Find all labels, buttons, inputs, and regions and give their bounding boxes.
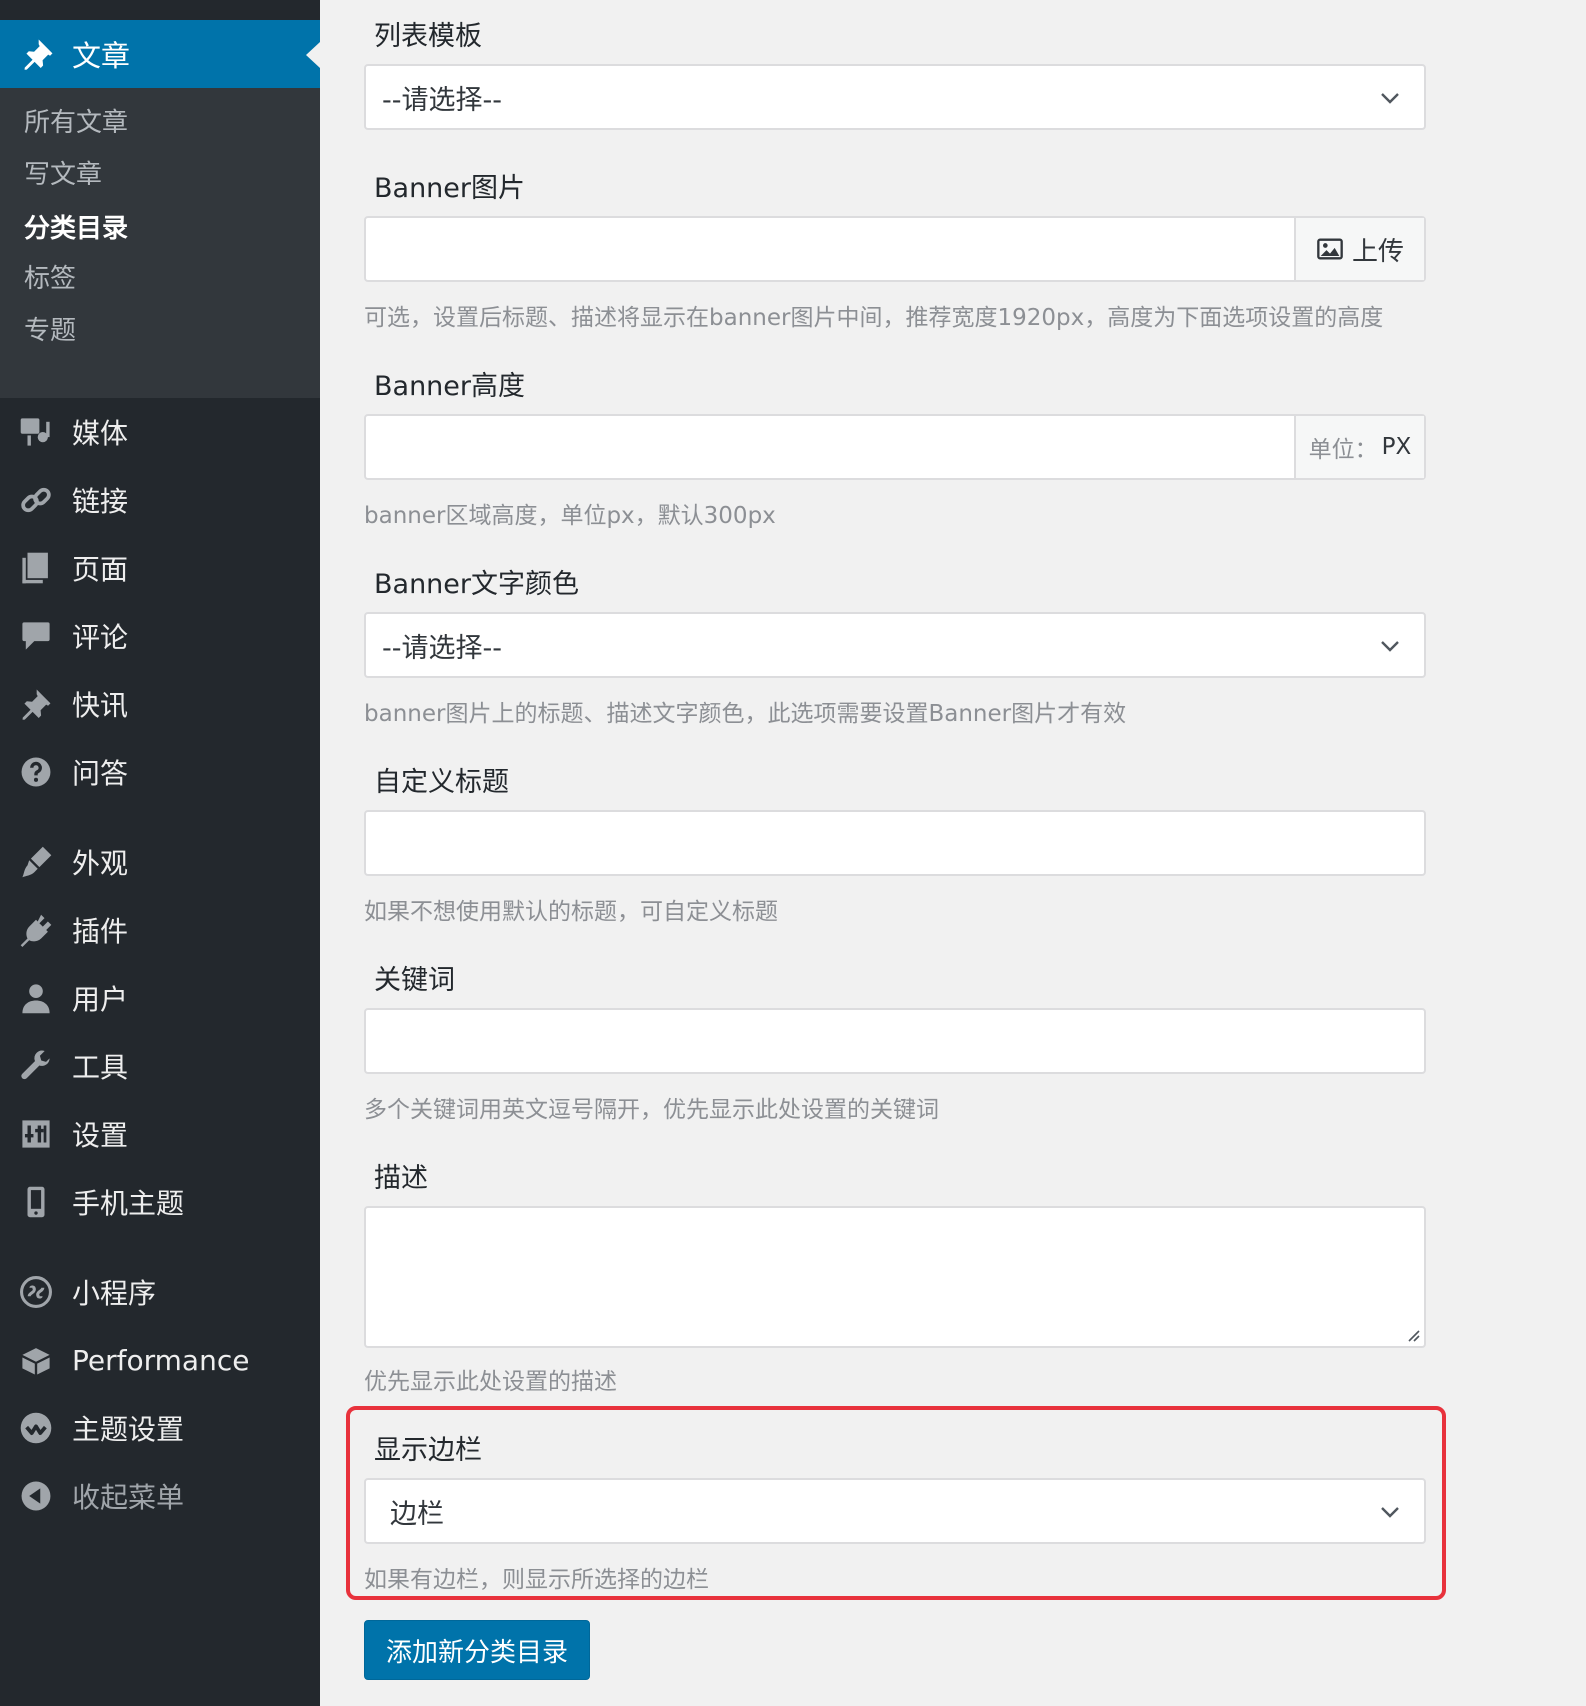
show-sidebar-select[interactable]: 边栏 <box>364 1478 1426 1544</box>
menu-item-label: 文章 <box>72 39 131 73</box>
menu-item-label: 快讯 <box>72 689 129 722</box>
menu-item-label: 媒体 <box>72 417 129 450</box>
page-icon <box>18 550 54 586</box>
menu-item-label: 问答 <box>72 757 129 790</box>
custom-title-label: 自定义标题 <box>374 767 509 798</box>
menu-item-posts[interactable]: 文章 <box>0 20 320 88</box>
menu-item-collapse[interactable]: 收起菜单 <box>0 1466 320 1526</box>
banner-image-label: Banner图片 <box>374 173 526 204</box>
submenu-item-categories[interactable]: 分类目录 <box>24 208 128 245</box>
chevron-down-icon <box>1381 93 1399 104</box>
menu-item-label: 设置 <box>72 1119 129 1152</box>
menu-item-theme-settings[interactable]: 主题设置 <box>0 1398 320 1458</box>
question-icon <box>18 754 54 790</box>
list-template-value: --请选择-- <box>382 84 502 116</box>
menu-item-plugins[interactable]: 插件 <box>0 900 320 960</box>
menu-item-miniprogram[interactable]: 小程序 <box>0 1262 320 1322</box>
upload-button[interactable]: 上传 <box>1294 218 1424 280</box>
menu-item-users[interactable]: 用户 <box>0 968 320 1028</box>
image-icon <box>1317 238 1343 260</box>
custom-title-description: 如果不想使用默认的标题，可自定义标题 <box>364 899 778 925</box>
admin-sidebar: 文章 所有文章 写文章 分类目录 标签 专题 媒体 链接 页面 评论 快讯 问答… <box>0 0 320 1706</box>
list-template-select[interactable]: --请选择-- <box>364 64 1426 130</box>
resize-grip-icon[interactable] <box>1404 1326 1420 1342</box>
menu-item-links[interactable]: 链接 <box>0 470 320 530</box>
banner-height-input[interactable]: 单位： PX <box>364 414 1426 480</box>
unit-addon-value: PX <box>1381 434 1412 460</box>
mobile-icon <box>18 1184 54 1220</box>
banner-text-color-select[interactable]: --请选择-- <box>364 612 1426 678</box>
add-category-button[interactable]: 添加新分类目录 <box>364 1620 590 1680</box>
collapse-icon <box>18 1478 54 1514</box>
menu-item-label: 链接 <box>72 485 129 518</box>
submenu-item-new-post[interactable]: 写文章 <box>24 154 102 191</box>
menu-item-label: 页面 <box>72 553 129 586</box>
list-template-label: 列表模板 <box>374 21 482 52</box>
menu-item-flash-news[interactable]: 快讯 <box>0 674 320 734</box>
chevron-down-icon <box>1381 641 1399 652</box>
link-icon <box>18 482 54 518</box>
pin-icon <box>18 686 54 722</box>
submenu-item-topics[interactable]: 专题 <box>24 310 76 347</box>
menu-item-tools[interactable]: 工具 <box>0 1036 320 1096</box>
submenu-item-all-posts[interactable]: 所有文章 <box>24 102 128 139</box>
description-label: 描述 <box>374 1163 428 1194</box>
comment-icon <box>18 618 54 654</box>
media-icon <box>18 414 54 450</box>
plugin-icon <box>18 912 54 948</box>
unit-addon: 单位： PX <box>1294 416 1424 478</box>
theme-settings-icon <box>18 1410 54 1446</box>
banner-text-color-description: banner图片上的标题、描述文字颜色，此选项需要设置Banner图片才有效 <box>364 701 1127 727</box>
menu-item-label: 插件 <box>72 915 129 948</box>
keywords-label: 关键词 <box>374 965 455 996</box>
banner-image-input[interactable]: 上传 <box>364 216 1426 282</box>
show-sidebar-value: 边栏 <box>390 1498 444 1530</box>
sidebar-top-strip <box>0 0 320 20</box>
chevron-down-icon <box>1381 1507 1399 1518</box>
user-icon <box>18 980 54 1016</box>
menu-item-label: 用户 <box>72 983 129 1016</box>
banner-text-color-label: Banner文字颜色 <box>374 569 580 600</box>
menu-item-pages[interactable]: 页面 <box>0 538 320 598</box>
performance-icon <box>18 1342 54 1378</box>
banner-text-color-value: --请选择-- <box>382 632 502 664</box>
banner-height-label: Banner高度 <box>374 371 526 402</box>
submenu-item-tags[interactable]: 标签 <box>24 258 76 295</box>
menu-item-media[interactable]: 媒体 <box>0 402 320 462</box>
menu-item-label: 小程序 <box>72 1277 157 1310</box>
keywords-description: 多个关键词用英文逗号隔开，优先显示此处设置的关键词 <box>364 1097 939 1123</box>
menu-item-comments[interactable]: 评论 <box>0 606 320 666</box>
show-sidebar-description: 如果有边栏，则显示所选择的边栏 <box>364 1567 709 1593</box>
menu-item-label: 手机主题 <box>72 1187 185 1220</box>
menu-item-label: Performance <box>72 1343 250 1377</box>
menu-item-label: 外观 <box>72 847 129 880</box>
wrench-icon <box>18 1048 54 1084</box>
menu-item-appearance[interactable]: 外观 <box>0 832 320 892</box>
banner-height-description: banner区域高度，单位px，默认300px <box>364 503 776 529</box>
custom-title-input[interactable] <box>364 810 1426 876</box>
upload-button-label: 上传 <box>1351 236 1404 267</box>
posts-submenu: 所有文章 写文章 分类目录 标签 专题 <box>0 88 320 398</box>
banner-image-description: 可选，设置后标题、描述将显示在banner图片中间，推荐宽度1920px，高度为… <box>364 305 1384 331</box>
menu-item-label: 评论 <box>72 621 129 654</box>
unit-addon-key: 单位： <box>1308 437 1378 463</box>
menu-item-label: 主题设置 <box>72 1413 185 1446</box>
description-textarea[interactable] <box>364 1206 1426 1348</box>
description-description: 优先显示此处设置的描述 <box>364 1369 617 1395</box>
menu-item-settings[interactable]: 设置 <box>0 1104 320 1164</box>
menu-item-performance[interactable]: Performance <box>0 1330 320 1390</box>
show-sidebar-label: 显示边栏 <box>374 1435 482 1466</box>
appearance-icon <box>18 844 54 880</box>
current-menu-notch <box>306 42 320 68</box>
keywords-input[interactable] <box>364 1008 1426 1074</box>
settings-icon <box>18 1116 54 1152</box>
miniprogram-icon <box>18 1274 54 1310</box>
menu-item-mobile-theme[interactable]: 手机主题 <box>0 1172 320 1232</box>
pin-icon <box>18 34 58 74</box>
category-form: 列表模板 --请选择-- Banner图片 上传 可选，设置后标题、描述将显示在… <box>320 0 1586 1706</box>
menu-item-qa[interactable]: 问答 <box>0 742 320 802</box>
menu-item-label: 收起菜单 <box>72 1481 185 1514</box>
menu-item-label: 工具 <box>72 1051 129 1084</box>
